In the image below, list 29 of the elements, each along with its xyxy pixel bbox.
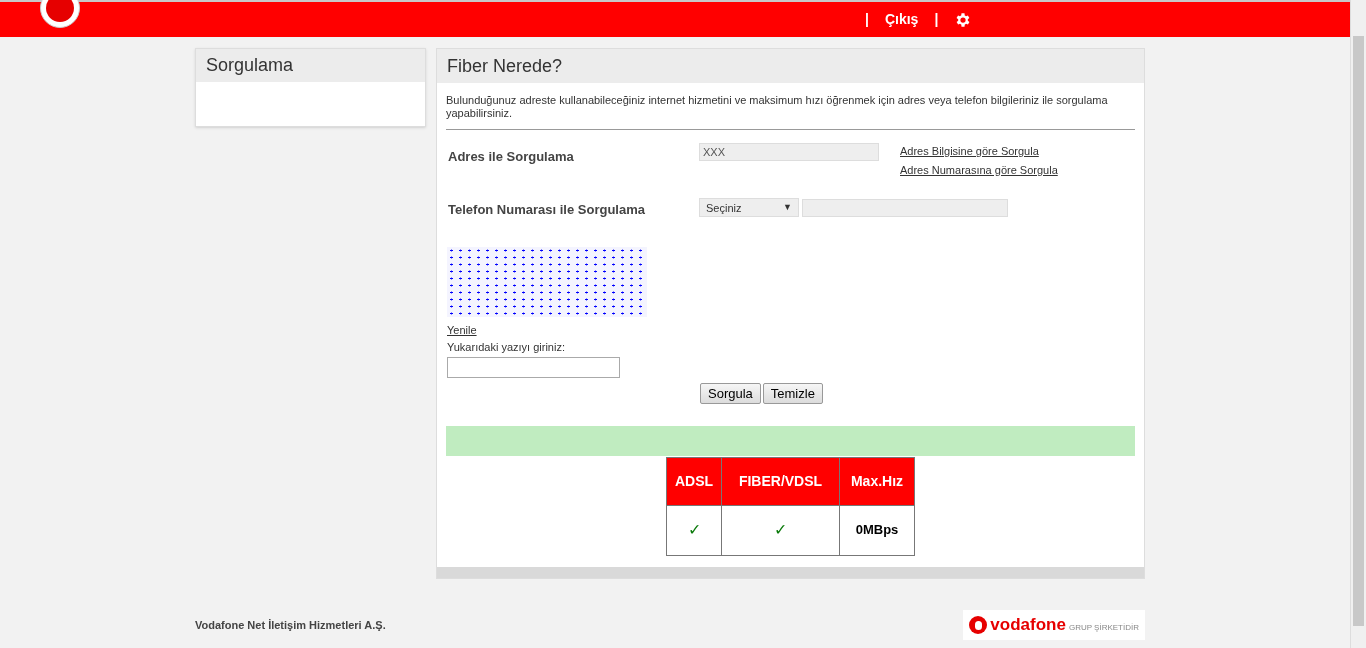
address-number-link[interactable]: Adres Numarasına göre Sorgula (900, 161, 1058, 178)
scrollbar[interactable] (1350, 0, 1366, 648)
phone-field[interactable] (802, 198, 1008, 217)
refresh-link[interactable]: Yenile (447, 321, 477, 338)
captcha-field[interactable] (447, 357, 620, 378)
column-header: ADSL (666, 457, 722, 505)
address-field[interactable]: XXX (699, 143, 879, 161)
address-info-link[interactable]: Adres Bilgisine göre Sorgula (900, 143, 1058, 160)
captcha-prompt: Yukarıdaki yazıyı giriniz: (447, 340, 566, 355)
company-name: Vodafone Net İletişim Hizmetleri A.Ş. (195, 617, 386, 633)
logo-tagline: GRUP ŞİRKETİDİR (1068, 621, 1139, 634)
area-code-select[interactable]: Seçiniz ▼ (699, 198, 799, 218)
column-header: FIBER/VDSL (721, 457, 840, 505)
table-cell: ✓ (721, 505, 840, 555)
sidebar-title: Sorgulama (196, 49, 425, 84)
intro-text: Bulunduğunuz adreste kullanabileceğiniz internet hizmetini ve maksimum hızı öğrenmek için adres veya telefon bilgileriniz ile sorgulama yapabilirsiniz. (446, 94, 1135, 130)
logo-wordmark: vodafone (990, 614, 1066, 637)
table-cell: ✓ (666, 505, 722, 555)
speech-mark-icon (969, 616, 988, 634)
separator: | (934, 10, 939, 29)
query-button[interactable]: Sorgula (700, 382, 761, 404)
column-header: Max.Hız (839, 457, 915, 505)
logout-link[interactable]: Çıkış (884, 9, 919, 30)
phone-label: Telefon Numarası ile Sorgulama (447, 201, 646, 219)
separator: | (865, 10, 869, 29)
table-cell: 0MBps (839, 505, 915, 555)
panel-title: Fiber Nerede? (437, 49, 1144, 85)
clear-button[interactable]: Temizle (762, 382, 823, 404)
address-label: Adres ile Sorgulama (447, 148, 575, 166)
